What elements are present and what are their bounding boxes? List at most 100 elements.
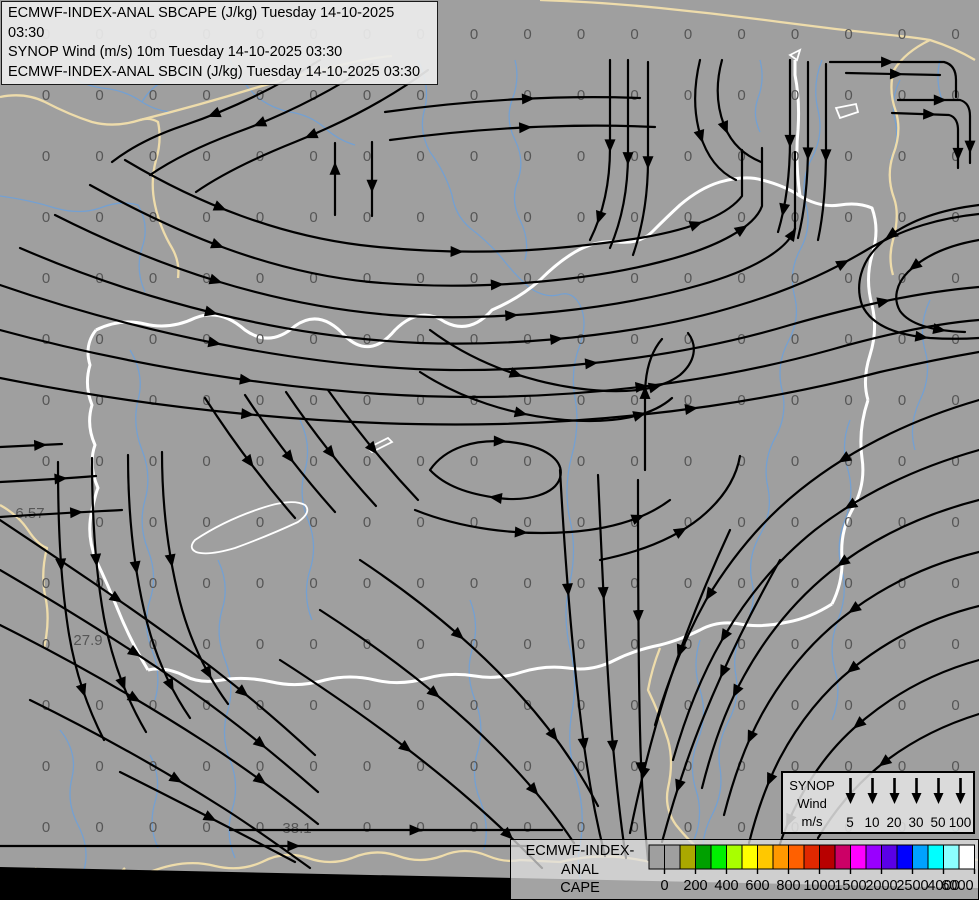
wind-speed-entry: 30 (905, 775, 927, 830)
grid-value: 0 (309, 148, 317, 165)
grid-value: 0 (309, 209, 317, 226)
grid-value: 0 (951, 270, 959, 287)
colorbar-cell (679, 844, 696, 870)
grid-value: 0 (202, 819, 210, 836)
grid-value: 0 (363, 819, 371, 836)
grid-value: 0 (202, 148, 210, 165)
grid-value: 0 (577, 148, 585, 165)
grid-value: 0 (791, 392, 799, 409)
grid-value: 0 (256, 453, 264, 470)
grid-value: 0 (470, 26, 478, 43)
grid-value: 0 (630, 392, 638, 409)
grid-value: 0 (844, 575, 852, 592)
grid-value: 0 (309, 87, 317, 104)
grid-value: 0 (309, 758, 317, 775)
wind-speed-entry: 20 (883, 775, 905, 830)
grid-value: 0 (470, 331, 478, 348)
grid-value: 0 (791, 331, 799, 348)
grid-value: 0 (791, 453, 799, 470)
grid-value: 0 (844, 87, 852, 104)
grid-value: 0 (416, 453, 424, 470)
wind-arrow-icon (955, 778, 965, 804)
grid-value: 0 (791, 514, 799, 531)
grid-value: 0 (256, 270, 264, 287)
grid-value: 0 (523, 819, 531, 836)
grid-value: 0 (737, 514, 745, 531)
grid-value: 0 (577, 636, 585, 653)
grid-value-nonzero: 27.9 (73, 632, 102, 649)
grid-value: 0 (737, 209, 745, 226)
grid-value: 0 (416, 575, 424, 592)
colorbar-cell (803, 844, 820, 870)
grid-value: 0 (791, 87, 799, 104)
grid-value: 0 (630, 453, 638, 470)
grid-value: 0 (630, 697, 638, 714)
map-background (0, 0, 979, 900)
grid-value: 0 (42, 209, 50, 226)
grid-value: 0 (523, 575, 531, 592)
grid-value: 0 (95, 87, 103, 104)
grid-value: 0 (363, 575, 371, 592)
grid-value: 0 (844, 148, 852, 165)
title-line-sbcin: ECMWF-INDEX-ANAL SBCIN (J/kg) Tuesday 14… (8, 63, 421, 80)
grid-value: 0 (149, 148, 157, 165)
grid-value: 0 (684, 26, 692, 43)
grid-value: 0 (684, 819, 692, 836)
wind-speed-entry: 100 (949, 775, 971, 830)
wind-arrow-head (955, 793, 965, 804)
colorbar-cell (834, 844, 851, 870)
grid-value: 0 (844, 270, 852, 287)
grid-value: 0 (523, 209, 531, 226)
grid-value: 0 (309, 392, 317, 409)
grid-value: 0 (523, 270, 531, 287)
colorbar-tick-label: 2500 (896, 878, 928, 894)
grid-value: 0 (95, 697, 103, 714)
grid-value: 0 (309, 636, 317, 653)
wind-speed-value: 30 (908, 815, 924, 830)
grid-value: 0 (202, 87, 210, 104)
synop-label-line3: m/s (801, 814, 823, 829)
grid-value: 0 (42, 270, 50, 287)
wind-arrow-head (845, 793, 855, 804)
grid-value: 0 (95, 819, 103, 836)
grid-value: 0 (363, 270, 371, 287)
grid-value: 0 (42, 392, 50, 409)
grid-value: 0 (577, 26, 585, 43)
grid-value: 0 (363, 209, 371, 226)
wind-speed-value: 50 (930, 815, 946, 830)
grid-value: 0 (577, 453, 585, 470)
grid-value: 0 (523, 331, 531, 348)
colorbar-cell (881, 844, 898, 870)
title-box: ECMWF-INDEX-ANAL SBCAPE (J/kg) Tuesday 1… (1, 1, 438, 85)
grid-value: 0 (737, 697, 745, 714)
grid-value: 0 (791, 636, 799, 653)
grid-value: 0 (42, 331, 50, 348)
grid-value: 0 (202, 575, 210, 592)
grid-value: 0 (577, 514, 585, 531)
colorbar-cell (710, 844, 727, 870)
grid-value: 0 (149, 392, 157, 409)
synop-legend-label: SYNOP Wind m/s (785, 775, 839, 830)
colorbar-tick-label: 400 (714, 878, 738, 894)
grid-value: 0 (363, 697, 371, 714)
grid-value: 0 (149, 453, 157, 470)
grid-value: 0 (256, 575, 264, 592)
colorbar-tick-label: 800 (776, 878, 800, 894)
grid-value: 0 (630, 270, 638, 287)
grid-value: 0 (202, 514, 210, 531)
colorbar-cell (664, 844, 681, 870)
grid-value: 0 (202, 209, 210, 226)
grid-value: 0 (737, 26, 745, 43)
grid-value: 0 (42, 453, 50, 470)
colorbar-cell (865, 844, 882, 870)
wind-speed-entry: 50 (927, 775, 949, 830)
grid-value: 0 (256, 758, 264, 775)
grid-value: 0 (898, 87, 906, 104)
grid-value: 0 (630, 209, 638, 226)
grid-value: 0 (951, 697, 959, 714)
wind-arrow-icon (867, 778, 877, 804)
wind-arrow-icon (933, 778, 943, 804)
grid-value-nonzero: 38.1 (282, 820, 311, 837)
grid-value: 0 (951, 514, 959, 531)
grid-value: 0 (309, 697, 317, 714)
